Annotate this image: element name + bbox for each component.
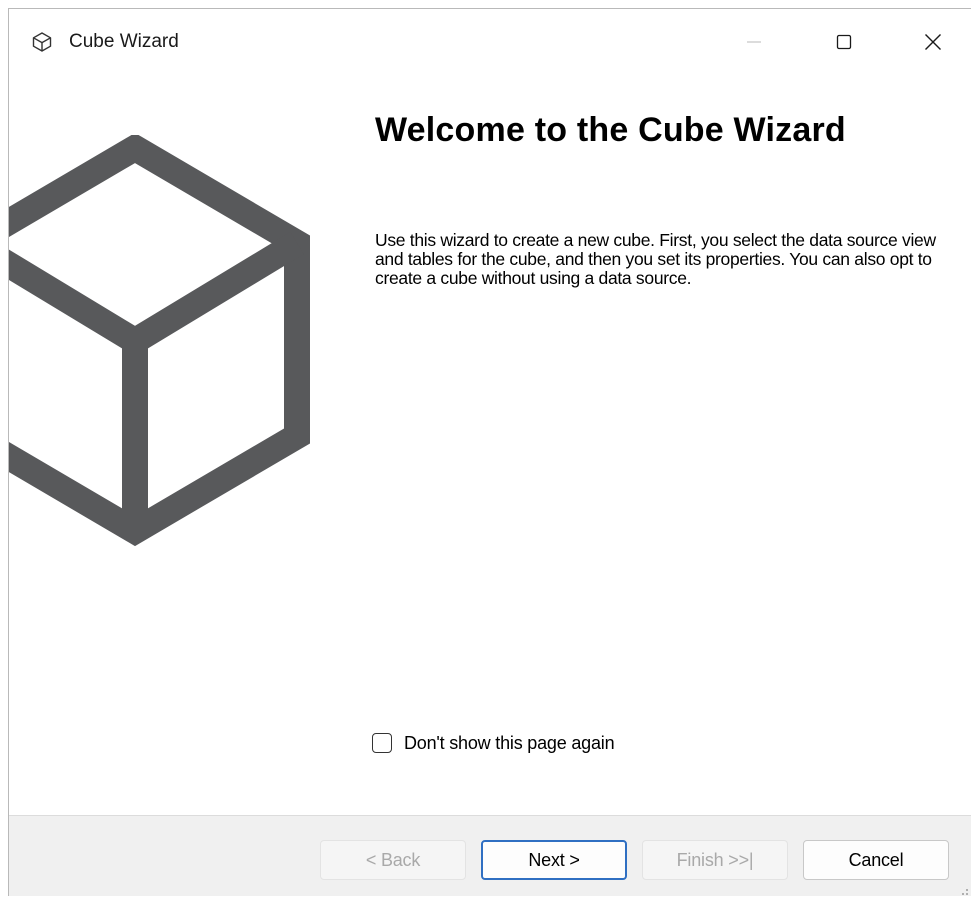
title-bar[interactable]: Cube Wizard — [9, 9, 971, 77]
minimize-button[interactable] — [723, 9, 785, 75]
close-button[interactable] — [902, 9, 964, 75]
window-title: Cube Wizard — [69, 31, 179, 52]
cube-wizard-window: Cube Wizard Welcome to the Cube Wizard U… — [8, 8, 971, 896]
maximize-icon — [836, 34, 852, 50]
wizard-page: Welcome to the Cube Wizard Use this wiza… — [9, 77, 971, 777]
maximize-button[interactable] — [813, 9, 875, 75]
welcome-description: Use this wizard to create a new cube. Fi… — [375, 230, 936, 288]
resize-grip-icon[interactable] — [959, 886, 969, 896]
cube-icon — [9, 135, 310, 547]
close-icon — [925, 34, 941, 50]
back-button[interactable]: < Back — [320, 840, 466, 880]
welcome-heading: Welcome to the Cube Wizard — [375, 111, 846, 149]
dont-show-again-label[interactable]: Don't show this page again — [404, 733, 615, 754]
cancel-button[interactable]: Cancel — [803, 840, 949, 880]
button-bar: < Back Next > Finish >>| Cancel — [9, 815, 971, 896]
minimize-icon — [747, 41, 761, 43]
finish-button[interactable]: Finish >>| — [642, 840, 788, 880]
dont-show-again-checkbox[interactable]: Don't show this page again — [372, 731, 615, 755]
cube-outline-icon — [32, 32, 52, 52]
checkbox-box[interactable] — [372, 733, 392, 753]
next-button[interactable]: Next > — [481, 840, 627, 880]
